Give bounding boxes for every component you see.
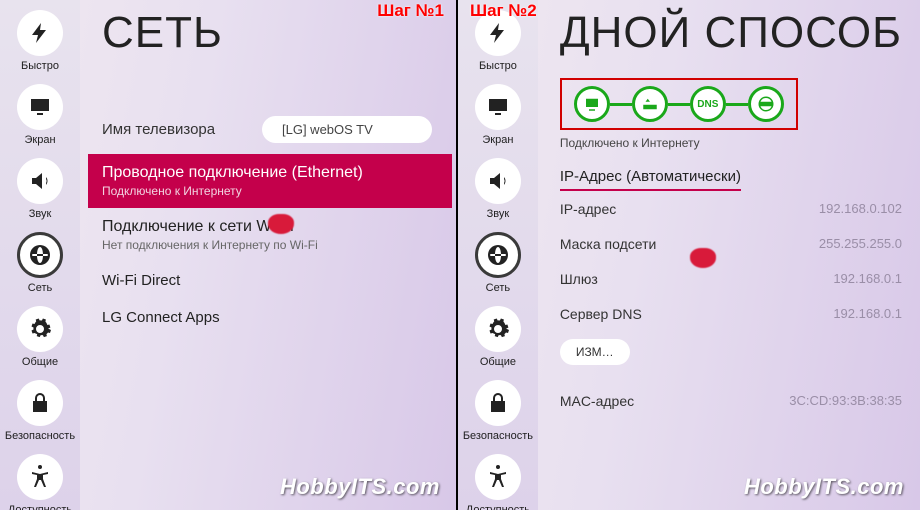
edit-button[interactable]: ИЗМ…	[560, 339, 630, 365]
sidebar-label: Доступность	[6, 504, 74, 510]
tv-icon	[574, 86, 610, 122]
globe-icon	[748, 86, 784, 122]
step-tag-1: Шаг №1	[377, 1, 444, 21]
ip-value: 192.168.0.102	[819, 201, 902, 217]
sidebar-item-general[interactable]: Общие	[458, 300, 538, 374]
sidebar-item-screen[interactable]: Экран	[458, 78, 538, 152]
gear-icon	[17, 306, 63, 352]
ethernet-sub: Подключено к Интернету	[102, 184, 438, 198]
globe-icon	[17, 232, 63, 278]
sidebar-label: Быстро	[19, 60, 61, 72]
row-dns: Сервер DNS 192.168.0.1	[560, 296, 902, 331]
mac-value: 3C:CD:93:3B:38:35	[789, 393, 902, 409]
page-title: ДНОЙ СПОСОБ	[560, 8, 902, 58]
dns-icon: DNS	[690, 86, 726, 122]
sidebar-label: Безопасность	[3, 430, 77, 442]
sidebar-item-general[interactable]: Общие	[0, 300, 80, 374]
router-icon	[632, 86, 668, 122]
ip-key: IP-адрес	[560, 201, 616, 217]
tv-name-row[interactable]: Имя телевизора [LG] webOS TV	[102, 106, 438, 154]
sidebar-item-screen[interactable]: Экран	[0, 78, 80, 152]
sidebar-item-sound[interactable]: Звук	[458, 152, 538, 226]
gw-value: 192.168.0.1	[833, 271, 902, 287]
menu-item-ethernet[interactable]: Проводное подключение (Ethernet) Подключ…	[88, 154, 452, 208]
gear-icon	[475, 306, 521, 352]
bolt-icon	[17, 10, 63, 56]
speaker-icon	[17, 158, 63, 204]
accessibility-icon	[475, 454, 521, 500]
dns-value: 192.168.0.1	[833, 306, 902, 322]
sidebar: Быстро Экран Звук Сеть Общие Безопасность Дост…	[458, 0, 538, 510]
sidebar-item-sound[interactable]: Звук	[0, 152, 80, 226]
sidebar-label: Звук	[27, 208, 54, 220]
sidebar-item-network[interactable]: Сеть	[458, 226, 538, 300]
ip-section-heading[interactable]: IP-Адрес (Автоматически)	[560, 168, 741, 191]
content-network: СЕТЬ Имя телевизора [LG] webOS TV Провод…	[80, 0, 456, 510]
sidebar: Быстро Экран Звук Сеть Общие Безопасность Дост…	[0, 0, 80, 510]
sidebar-item-security[interactable]: Безопасность	[458, 374, 538, 448]
row-ip: IP-адрес 192.168.0.102	[560, 191, 902, 226]
lock-icon	[475, 380, 521, 426]
sidebar-item-security[interactable]: Безопасность	[0, 374, 80, 448]
lg-connect-label: LG Connect Apps	[102, 309, 438, 326]
tv-name-value[interactable]: [LG] webOS TV	[262, 116, 432, 143]
connection-path-box: DNS	[560, 78, 798, 130]
globe-icon	[475, 232, 521, 278]
gw-key: Шлюз	[560, 271, 598, 287]
sidebar-label: Доступность	[464, 504, 532, 510]
mask-key: Маска подсети	[560, 236, 657, 252]
lock-icon	[17, 380, 63, 426]
row-gateway: Шлюз 192.168.0.1	[560, 261, 902, 296]
sidebar-label: Быстро	[477, 60, 519, 72]
sidebar-item-access[interactable]: Доступность	[458, 448, 538, 510]
panel-step1: Шаг №1 HobbyITS.com БыстроЭкранЗвукСетьО…	[0, 0, 458, 510]
ethernet-title: Проводное подключение (Ethernet)	[102, 164, 438, 182]
menu-item-lg-connect[interactable]: LG Connect Apps	[88, 299, 452, 336]
sidebar-label: Безопасность	[461, 430, 535, 442]
sidebar-label: Экран	[480, 134, 515, 146]
sidebar-item-network[interactable]: Сеть	[0, 226, 80, 300]
cursor-indicator	[268, 214, 294, 234]
sidebar-label: Общие	[478, 356, 518, 368]
mask-value: 255.255.255.0	[819, 236, 902, 252]
row-mask: Маска подсети 255.255.255.0	[560, 226, 902, 261]
content-connection-detail: ДНОЙ СПОСОБ DNS Подключено к Интернету I…	[538, 0, 920, 510]
step-tag-2: Шаг №2	[470, 1, 537, 21]
screen-icon	[475, 84, 521, 130]
sidebar-item-quick[interactable]: Быстро	[0, 4, 80, 78]
connected-label: Подключено к Интернету	[560, 136, 902, 150]
cursor-indicator	[690, 248, 716, 268]
path-line	[610, 103, 632, 106]
dns-key: Сервер DNS	[560, 306, 642, 322]
screen-icon	[17, 84, 63, 130]
sidebar-label: Общие	[20, 356, 60, 368]
tv-name-label: Имя телевизора	[102, 121, 262, 138]
wifi-direct-label: Wi-Fi Direct	[102, 272, 438, 289]
path-line	[668, 103, 690, 106]
mac-key: MAC-адрес	[560, 393, 634, 409]
sidebar-label: Сеть	[26, 282, 54, 294]
sidebar-label: Звук	[485, 208, 512, 220]
speaker-icon	[475, 158, 521, 204]
menu-item-wifi-direct[interactable]: Wi-Fi Direct	[88, 262, 452, 299]
sidebar-label: Сеть	[484, 282, 512, 294]
wifi-sub: Нет подключения к Интернету по Wi-Fi	[102, 238, 438, 252]
path-line	[726, 103, 748, 106]
panel-step2: Шаг №2 HobbyITS.com БыстроЭкранЗвукСетьО…	[458, 0, 920, 510]
sidebar-item-access[interactable]: Доступность	[0, 448, 80, 510]
accessibility-icon	[17, 454, 63, 500]
row-mac: MAC-адрес 3C:CD:93:3B:38:35	[560, 393, 902, 409]
sidebar-label: Экран	[22, 134, 57, 146]
